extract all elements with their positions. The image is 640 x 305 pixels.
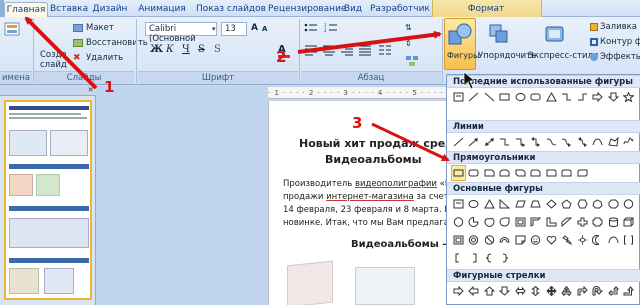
mouse-cursor-icon bbox=[463, 71, 476, 90]
annotation-arrow-1 bbox=[24, 16, 98, 90]
annotation-number-3: 3 bbox=[352, 114, 363, 132]
annotation-arrow-2 bbox=[297, 30, 442, 54]
annotation-number-1: 1 bbox=[104, 78, 115, 96]
annotation-number-2: 2 bbox=[276, 48, 287, 66]
annotation-arrows bbox=[24, 16, 476, 162]
annotation-arrow-3 bbox=[371, 122, 450, 162]
